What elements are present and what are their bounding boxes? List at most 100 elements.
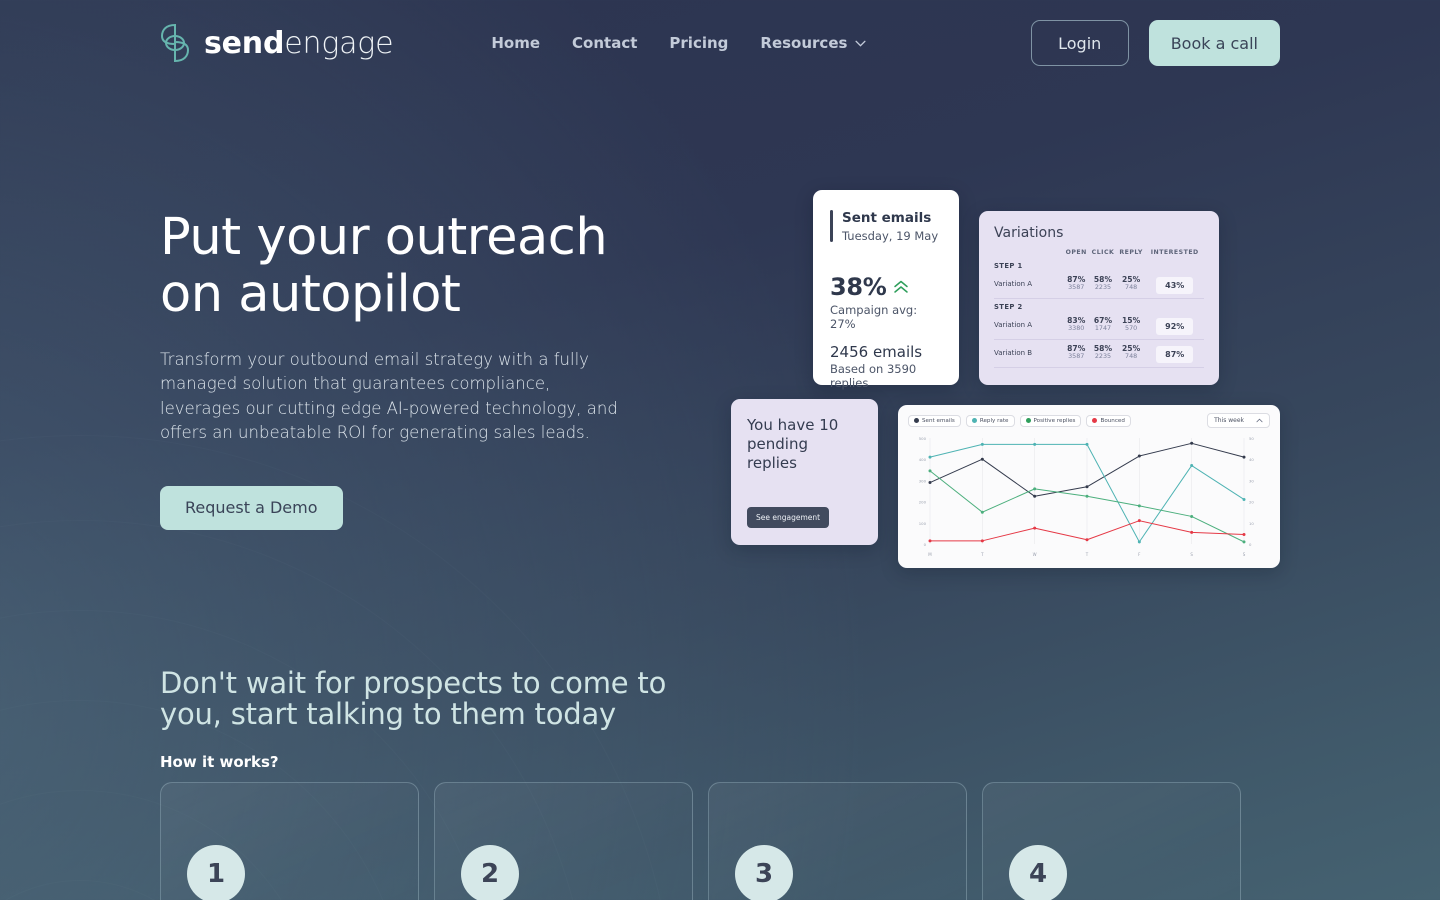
legend-label: Sent emails: [922, 417, 955, 424]
row-divider: [994, 367, 1204, 368]
svg-text:300: 300: [919, 478, 927, 483]
period-label: This week: [1214, 417, 1244, 424]
step-number: 4: [1009, 845, 1067, 900]
nav-item-contact[interactable]: Contact: [572, 34, 637, 52]
svg-text:S: S: [1190, 552, 1193, 557]
svg-text:20: 20: [1249, 500, 1254, 505]
nav-label: Pricing: [669, 34, 729, 52]
svg-text:T: T: [980, 552, 984, 557]
svg-text:S: S: [1243, 552, 1246, 557]
how-it-works-subheading: How it works?: [160, 752, 279, 771]
pending-replies-text: You have 10 pending replies: [747, 416, 839, 473]
sent-emails-basis: Based on 3590 replies: [830, 361, 917, 391]
variation-label: Variation A: [994, 320, 1033, 329]
svg-text:400: 400: [919, 457, 927, 462]
legend-dot-icon: [971, 418, 977, 423]
pending-replies-card: You have 10 pending replies See engageme…: [731, 399, 878, 545]
click-cell: 58% 2235: [1093, 274, 1113, 292]
step-card-3[interactable]: 3: [708, 782, 967, 900]
table-header-row: OPEN CLICK REPLY INTERESTED: [994, 249, 1204, 258]
step-card-1[interactable]: 1: [160, 782, 419, 900]
brand-name-light: engage: [284, 25, 394, 61]
step-card-4[interactable]: 4: [982, 782, 1241, 900]
brand-name-bold: send: [204, 25, 285, 61]
variation-label: Variation A: [994, 279, 1033, 288]
legend-label: Reply rate: [979, 417, 1009, 424]
step-group-label: STEP 2: [994, 303, 1023, 311]
chevron-down-icon: [855, 40, 866, 47]
nav-item-pricing[interactable]: Pricing: [669, 34, 728, 52]
open-cell: 87% 3587: [1067, 274, 1086, 292]
chart-legend: Sent emails Reply rate Positive replies …: [908, 414, 1131, 427]
table-row[interactable]: Variation B 87% 3587 58% 2235 25% 748 87…: [994, 340, 1204, 368]
svg-text:T: T: [1085, 552, 1089, 557]
step-number: 2: [461, 845, 519, 900]
variation-label: Variation B: [994, 348, 1033, 357]
site-header: sendengage Home Contact Pricing Resource…: [0, 0, 1440, 86]
sent-emails-metric: 38%: [830, 273, 942, 301]
chevron-up-icon: [1256, 418, 1263, 423]
sent-emails-title: Sent emails: [842, 210, 932, 226]
nav-label: Resources: [760, 34, 848, 52]
campaign-average: Campaign avg: 27%: [830, 302, 918, 331]
request-demo-button[interactable]: Request a Demo: [160, 485, 343, 530]
legend-item-bounced[interactable]: Bounced: [1086, 414, 1131, 427]
step-group-label: STEP 1: [994, 262, 1023, 270]
login-button[interactable]: Login: [1030, 20, 1129, 66]
chart-toolbar: Sent emails Reply rate Positive replies …: [908, 413, 1270, 428]
variations-title: Variations: [994, 225, 1064, 241]
open-cell: 87% 3587: [1067, 343, 1086, 361]
hero-section: Put your outreach on autopilot Transform…: [160, 212, 630, 530]
sent-emails-card: Sent emails Tuesday, 19 May 38% Campaign…: [813, 190, 959, 390]
nav-label: Contact: [572, 34, 638, 52]
column-interested: INTERESTED: [1150, 249, 1199, 256]
legend-dot-icon: [1025, 418, 1031, 423]
nav-item-home[interactable]: Home: [491, 34, 540, 52]
legend-item-sent-emails[interactable]: Sent emails: [908, 414, 961, 427]
nav-item-resources[interactable]: Resources: [760, 34, 866, 52]
brand-wordmark: sendengage: [204, 25, 394, 61]
reply-cell: 25% 748: [1122, 274, 1141, 292]
legend-item-reply-rate[interactable]: Reply rate: [965, 414, 1015, 427]
legend-label: Positive replies: [1033, 417, 1076, 424]
legend-label: Bounced: [1100, 417, 1125, 424]
svg-text:200: 200: [919, 500, 927, 505]
hero-paragraph: Transform your outbound email strategy w…: [160, 350, 618, 443]
svg-text:0: 0: [924, 542, 927, 547]
svg-text:M: M: [928, 552, 932, 557]
svg-text:100: 100: [919, 521, 927, 526]
step-number: 3: [735, 845, 793, 900]
double-chevron-up-icon: [893, 280, 908, 293]
column-reply: REPLY: [1119, 249, 1143, 256]
table-row[interactable]: Variation A 83% 3380 67% 1747 15% 570 92…: [994, 312, 1204, 340]
column-click: CLICK: [1091, 249, 1115, 256]
analytics-chart-card: Sent emails Reply rate Positive replies …: [898, 405, 1280, 568]
steps-row: 1 2 3 4: [160, 782, 1241, 900]
svg-text:40: 40: [1249, 457, 1254, 462]
hero-heading-line2: on autopilot: [160, 265, 461, 324]
interested-cell: 87%: [1145, 340, 1204, 368]
book-a-call-button[interactable]: Book a call: [1148, 20, 1280, 66]
main-nav: Home Contact Pricing Resources: [491, 34, 866, 52]
svg-text:F: F: [1138, 552, 1141, 557]
brand-logo[interactable]: sendengage: [160, 24, 394, 62]
header-actions: Login Book a call: [1030, 20, 1280, 66]
step-number: 1: [187, 845, 245, 900]
chart-plot-area: 500 400 300 200 100 0 50 40 30 20 10 0 M T W T F S S: [908, 432, 1270, 560]
interested-cell: 43%: [1145, 271, 1204, 299]
sent-emails-percent: 38%: [830, 272, 887, 301]
period-selector[interactable]: This week: [1207, 413, 1270, 428]
table-row[interactable]: Variation A 87% 3587 58% 2235 25% 748 43…: [994, 271, 1204, 299]
sent-emails-count: 2456 emails: [830, 342, 923, 361]
sent-emails-date: Tuesday, 19 May: [842, 228, 939, 243]
svg-text:500: 500: [919, 436, 927, 441]
legend-item-positive-replies[interactable]: Positive replies: [1019, 414, 1082, 427]
interested-cell: 92%: [1145, 312, 1204, 340]
svg-text:W: W: [1033, 552, 1037, 557]
see-engagement-button[interactable]: See engagement: [747, 507, 830, 528]
hiw-heading-line1: Don't wait for prospects to come to: [160, 666, 667, 700]
how-it-works-heading: Don't wait for prospects to come to you,…: [160, 666, 1280, 731]
click-cell: 58% 2235: [1093, 343, 1113, 361]
step-card-2[interactable]: 2: [434, 782, 693, 900]
sendengage-logo-icon: [160, 24, 190, 62]
